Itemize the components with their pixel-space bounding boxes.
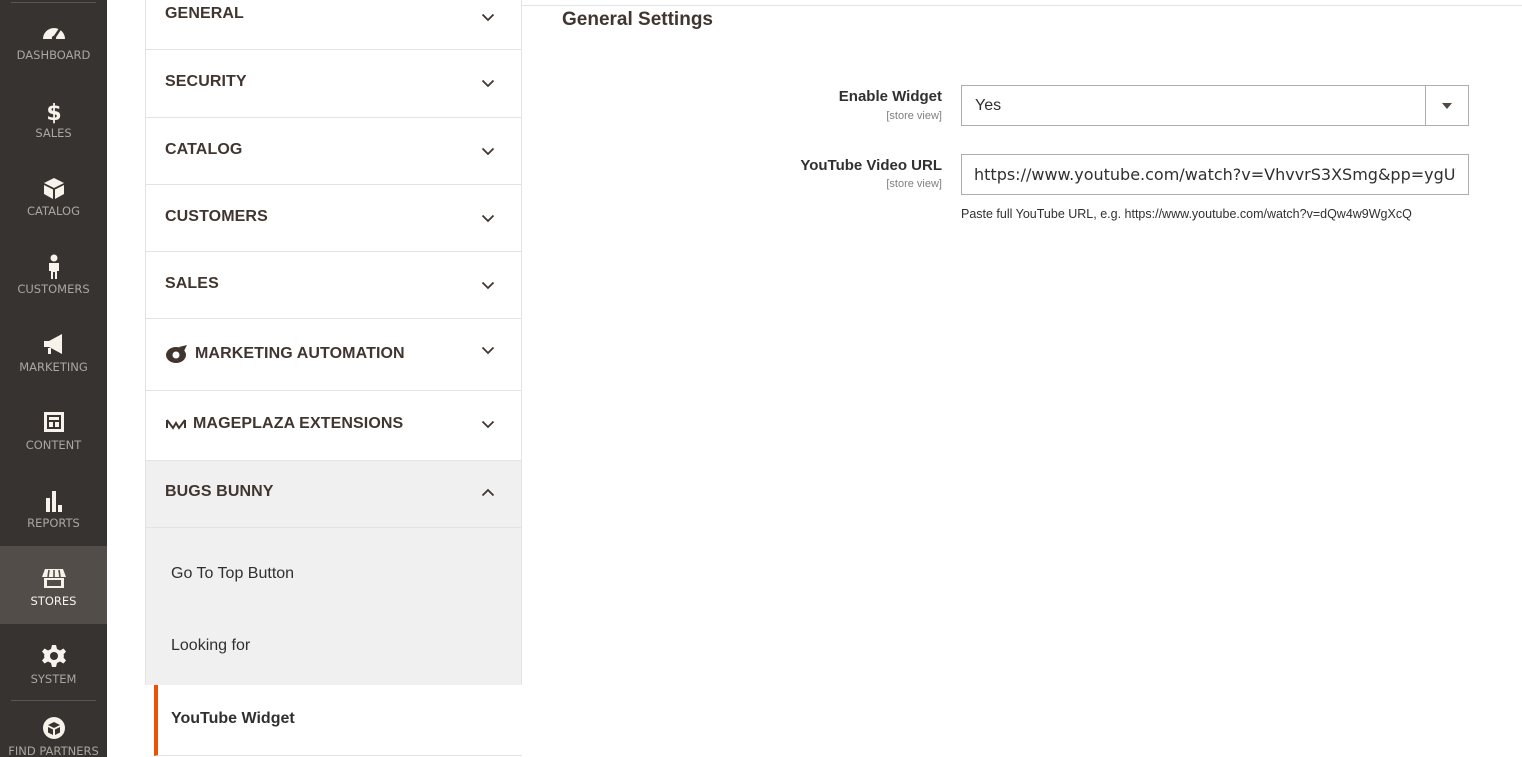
tab-label-wrap: MAGEPLAZA EXTENSIONS xyxy=(165,415,403,433)
dashboard-icon xyxy=(40,18,68,46)
nav-item-label: SALES xyxy=(35,126,72,140)
youtube-url-scope: [store view] xyxy=(886,178,942,190)
dropdown-arrow-icon xyxy=(1425,86,1468,125)
nav-item-label: MARKETING xyxy=(19,360,88,374)
tab-label: CUSTOMERS xyxy=(165,208,268,225)
tab-marketing-automation[interactable]: MARKETING AUTOMATION xyxy=(145,319,522,391)
config-tabs: GENERAL SECURITY CATALOG CUSTOMERS SALES… xyxy=(145,0,522,757)
chevron-down-icon xyxy=(481,76,495,90)
storefront-icon xyxy=(40,564,68,592)
box-icon xyxy=(40,174,68,202)
nav-item-system[interactable]: SYSTEM xyxy=(0,624,107,702)
tab-label-wrap: MARKETING AUTOMATION xyxy=(165,344,405,364)
bar-chart-icon xyxy=(40,486,68,514)
youtube-url-input[interactable] xyxy=(961,154,1469,195)
enable-widget-label: Enable Widget xyxy=(838,88,942,105)
tab-general[interactable]: GENERAL xyxy=(145,0,522,50)
nav-item-marketing[interactable]: MARKETING xyxy=(0,312,107,390)
chevron-down-icon xyxy=(481,10,495,24)
tab-label: GENERAL xyxy=(165,5,244,22)
megaphone-icon xyxy=(40,330,68,358)
subitem-label: Looking for xyxy=(171,637,251,654)
tab-label: SALES xyxy=(165,275,219,292)
puzzle-box-icon xyxy=(40,714,68,742)
svg-text:$: $ xyxy=(46,101,61,124)
nav-item-dashboard[interactable]: DASHBOARD xyxy=(0,0,107,78)
subitem-looking-for[interactable]: Looking for xyxy=(145,620,522,676)
admin-sidebar: DASHBOARD $ SALES CATALOG CUSTOMERS MARK… xyxy=(0,0,107,757)
dollar-icon: $ xyxy=(40,96,68,126)
youtube-url-label: YouTube Video URL xyxy=(800,157,942,174)
nav-item-sales[interactable]: $ SALES xyxy=(0,78,107,156)
tab-label: MAGEPLAZA EXTENSIONS xyxy=(193,415,404,432)
tab-mageplaza-extensions[interactable]: MAGEPLAZA EXTENSIONS xyxy=(145,391,522,461)
enable-widget-select[interactable]: Yes xyxy=(961,85,1469,126)
nav-item-reports[interactable]: REPORTS xyxy=(0,468,107,546)
layout-icon xyxy=(40,408,68,436)
tab-label: BUGS BUNNY xyxy=(165,483,274,500)
mageplaza-icon xyxy=(165,417,187,431)
nav-item-stores[interactable]: STORES xyxy=(0,546,107,624)
tab-label: CATALOG xyxy=(165,141,243,158)
nav-item-label: CATALOG xyxy=(27,204,80,218)
tab-label: SECURITY xyxy=(165,73,247,90)
tab-security[interactable]: SECURITY xyxy=(145,50,522,118)
subitem-go-to-top-button[interactable]: Go To Top Button xyxy=(145,548,522,604)
subitem-label: YouTube Widget xyxy=(171,710,295,727)
nav-item-label: REPORTS xyxy=(27,516,80,530)
nav-item-label: CUSTOMERS xyxy=(17,282,90,296)
tab-label: MARKETING AUTOMATION xyxy=(195,345,405,362)
person-icon xyxy=(40,252,68,280)
tab-catalog[interactable]: CATALOG xyxy=(145,118,522,185)
section-top-border xyxy=(522,0,1522,6)
chevron-down-icon xyxy=(481,211,495,225)
main-content: General Settings Enable Widget [store vi… xyxy=(522,0,1522,757)
nav-item-label: SYSTEM xyxy=(30,672,77,686)
enable-widget-scope: [store view] xyxy=(886,110,942,122)
subitem-label: Go To Top Button xyxy=(171,565,295,582)
chevron-down-icon xyxy=(481,417,495,431)
nav-item-find-partners[interactable]: FIND PARTNERS xyxy=(0,696,107,757)
nav-item-label: CONTENT xyxy=(25,438,82,452)
chevron-down-icon xyxy=(481,144,495,158)
subitem-youtube-widget[interactable]: YouTube Widget xyxy=(154,685,522,756)
nav-item-label: DASHBOARD xyxy=(16,48,91,62)
nav-item-content[interactable]: CONTENT xyxy=(0,390,107,468)
tab-customers[interactable]: CUSTOMERS xyxy=(145,185,522,252)
youtube-url-note: Paste full YouTube URL, e.g. https://www… xyxy=(961,207,1412,221)
chevron-up-icon xyxy=(481,486,495,500)
nav-item-catalog[interactable]: CATALOG xyxy=(0,156,107,234)
gear-icon xyxy=(40,642,68,670)
enable-widget-value: Yes xyxy=(975,97,1002,114)
chevron-down-icon xyxy=(481,343,495,357)
nav-item-label: STORES xyxy=(30,594,77,608)
marketing-automation-icon xyxy=(165,344,189,364)
tab-sales[interactable]: SALES xyxy=(145,252,522,319)
tab-bugs-bunny[interactable]: BUGS BUNNY xyxy=(145,461,522,528)
nav-item-customers[interactable]: CUSTOMERS xyxy=(0,234,107,312)
section-title[interactable]: General Settings xyxy=(562,9,713,31)
chevron-down-icon xyxy=(481,278,495,292)
nav-item-label: FIND PARTNERS xyxy=(8,744,99,757)
